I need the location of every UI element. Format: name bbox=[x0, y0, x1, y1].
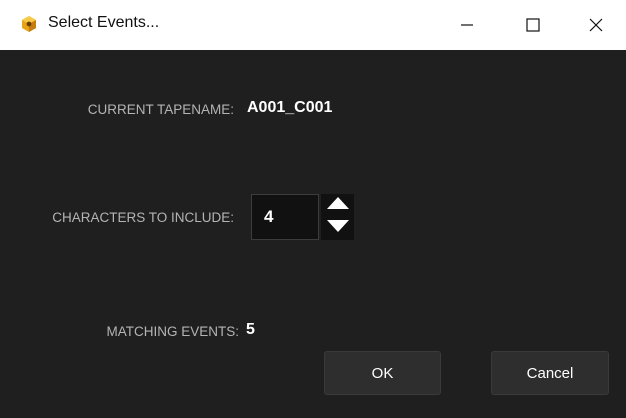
matching-events-value: 5 bbox=[246, 321, 255, 338]
current-tapename-label: CURRENT TAPENAME: bbox=[87, 102, 234, 117]
characters-input[interactable] bbox=[251, 194, 319, 240]
title-bar: Select Events... bbox=[0, 0, 626, 50]
stepper-buttons bbox=[321, 194, 354, 240]
window-title: Select Events... bbox=[48, 14, 160, 31]
resolve-cube-icon bbox=[20, 15, 38, 33]
arrow-down-icon bbox=[326, 219, 350, 238]
cancel-button[interactable]: Cancel bbox=[491, 351, 609, 395]
minimize-button[interactable] bbox=[437, 0, 497, 50]
ok-button[interactable]: OK bbox=[324, 351, 441, 395]
characters-to-include-label: CHARACTERS TO INCLUDE: bbox=[52, 210, 234, 225]
maximize-icon bbox=[526, 18, 540, 32]
maximize-button[interactable] bbox=[503, 0, 563, 50]
stepper-up-button[interactable] bbox=[321, 194, 354, 217]
close-button[interactable] bbox=[566, 0, 626, 50]
stepper-down-button[interactable] bbox=[321, 217, 354, 240]
close-icon bbox=[589, 18, 603, 32]
minimize-icon bbox=[460, 18, 474, 32]
current-tapename-value: A001_C001 bbox=[247, 99, 333, 116]
arrow-up-icon bbox=[326, 196, 350, 215]
characters-stepper[interactable] bbox=[251, 194, 354, 240]
matching-events-label: MATCHING EVENTS: bbox=[106, 324, 239, 339]
